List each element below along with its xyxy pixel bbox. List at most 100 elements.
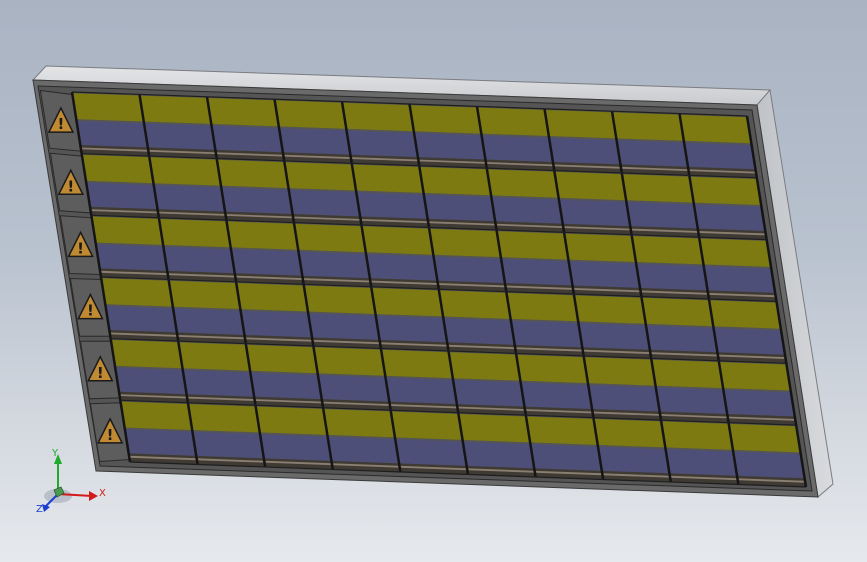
- solar-cell-blue: [260, 434, 332, 461]
- solar-cell-yellow: [313, 347, 386, 376]
- solar-cell-blue: [453, 380, 525, 407]
- solar-cell-yellow: [487, 169, 559, 198]
- solar-cell-yellow: [236, 283, 308, 312]
- solar-cell-blue: [713, 328, 785, 355]
- solar-cell-blue: [240, 310, 312, 338]
- x-axis-arrow: [89, 491, 98, 501]
- solar-cell-yellow: [381, 349, 453, 379]
- solar-cell-yellow: [651, 359, 724, 389]
- solar-cell-yellow: [351, 164, 424, 193]
- solar-cell-yellow: [719, 362, 791, 391]
- solar-cell-blue: [530, 444, 602, 471]
- solar-cell-yellow: [661, 421, 733, 450]
- solar-cell-yellow: [641, 297, 714, 327]
- solar-cell-yellow: [612, 112, 684, 141]
- solar-cell-blue: [655, 387, 728, 414]
- solar-cell-yellow: [419, 167, 492, 196]
- solar-cell-yellow: [496, 231, 569, 260]
- solar-cell-yellow: [679, 114, 752, 144]
- solar-cell-yellow: [246, 344, 318, 374]
- solar-cell-blue: [646, 325, 718, 353]
- solar-cell-yellow: [139, 95, 212, 124]
- solar-cell-yellow: [120, 401, 193, 430]
- solar-cell-blue: [481, 135, 553, 162]
- solar-cell-blue: [105, 306, 177, 333]
- solar-cell-yellow: [110, 339, 183, 369]
- exclamation-mark-icon: !: [67, 177, 74, 195]
- z-axis-label: Z: [36, 504, 43, 515]
- solar-cell-blue: [124, 429, 197, 456]
- solar-cell-blue: [153, 185, 225, 212]
- solar-cell-yellow: [91, 216, 164, 245]
- solar-cell-blue: [86, 182, 158, 210]
- solar-cell-blue: [221, 187, 293, 214]
- solar-cell-yellow: [429, 228, 501, 258]
- solar-cell-blue: [636, 263, 708, 291]
- solar-cell-blue: [588, 385, 660, 412]
- solar-cell-yellow: [101, 278, 173, 307]
- coordinate-triad: Y X Z: [36, 448, 106, 515]
- solar-cell-yellow: [284, 162, 356, 191]
- solar-cell-blue: [723, 389, 795, 417]
- solar-cell-blue: [395, 439, 467, 466]
- solar-cell-blue: [298, 251, 370, 279]
- solar-cell-blue: [346, 130, 418, 158]
- solar-cell-blue: [433, 256, 505, 284]
- solar-cell-blue: [491, 197, 563, 224]
- solar-cell-yellow: [159, 219, 231, 248]
- solar-cell-yellow: [342, 102, 414, 132]
- solar-cell-blue: [144, 123, 216, 150]
- solar-cell-blue: [578, 323, 650, 350]
- solar-cell-blue: [76, 121, 148, 148]
- solar-cell-yellow: [323, 409, 395, 438]
- solar-cell-yellow: [544, 110, 617, 139]
- solar-cell-blue: [211, 125, 283, 153]
- solar-cell-blue: [231, 249, 303, 276]
- exclamation-mark-icon: !: [77, 239, 84, 257]
- solar-cell-blue: [693, 204, 766, 231]
- solar-cell-blue: [520, 382, 592, 410]
- exclamation-mark-icon: !: [57, 115, 64, 133]
- solar-cell-yellow: [564, 233, 636, 262]
- solar-cell-blue: [182, 370, 255, 397]
- solar-cell-yellow: [699, 238, 771, 267]
- solar-cell-yellow: [477, 107, 549, 136]
- solar-cell-yellow: [438, 290, 511, 319]
- solar-cell-yellow: [361, 226, 434, 255]
- solar-cell-blue: [163, 246, 235, 274]
- solar-cell-blue: [414, 133, 486, 160]
- solar-cell-blue: [366, 254, 438, 281]
- solar-cell-yellow: [255, 406, 328, 435]
- solar-cell-blue: [250, 372, 322, 400]
- y-axis-label: Y: [51, 448, 59, 459]
- exclamation-mark-icon: !: [87, 302, 94, 320]
- solar-cell-blue: [626, 202, 698, 229]
- solar-cell-blue: [510, 320, 583, 348]
- solar-cell-yellow: [448, 352, 521, 381]
- solar-cell-yellow: [593, 419, 666, 448]
- solar-cell-blue: [598, 446, 670, 474]
- 3d-viewport[interactable]: !!!!!!: [0, 0, 867, 562]
- solar-cell-yellow: [709, 300, 781, 329]
- solar-cell-yellow: [583, 357, 656, 386]
- solar-cell-blue: [549, 137, 621, 165]
- solar-cell-yellow: [574, 295, 646, 324]
- solar-cell-blue: [375, 315, 448, 343]
- solar-cell-yellow: [458, 414, 531, 443]
- solar-cell-yellow: [371, 288, 443, 317]
- solar-cell-blue: [443, 318, 515, 345]
- solar-cell-blue: [616, 140, 688, 167]
- solar-cell-blue: [501, 259, 573, 286]
- solar-cell-yellow: [149, 157, 221, 186]
- solar-cell-yellow: [526, 416, 598, 445]
- solar-cell-yellow: [81, 154, 154, 184]
- solar-cell-yellow: [274, 100, 347, 129]
- solar-cell-blue: [317, 375, 390, 402]
- solar-cell-yellow: [207, 98, 279, 127]
- solar-cell-yellow: [303, 285, 376, 314]
- solar-cell-blue: [665, 449, 737, 476]
- solar-cell-blue: [173, 308, 245, 335]
- solar-cell-yellow: [622, 174, 694, 203]
- solar-cell-blue: [568, 261, 640, 288]
- solar-cell-yellow: [516, 354, 588, 384]
